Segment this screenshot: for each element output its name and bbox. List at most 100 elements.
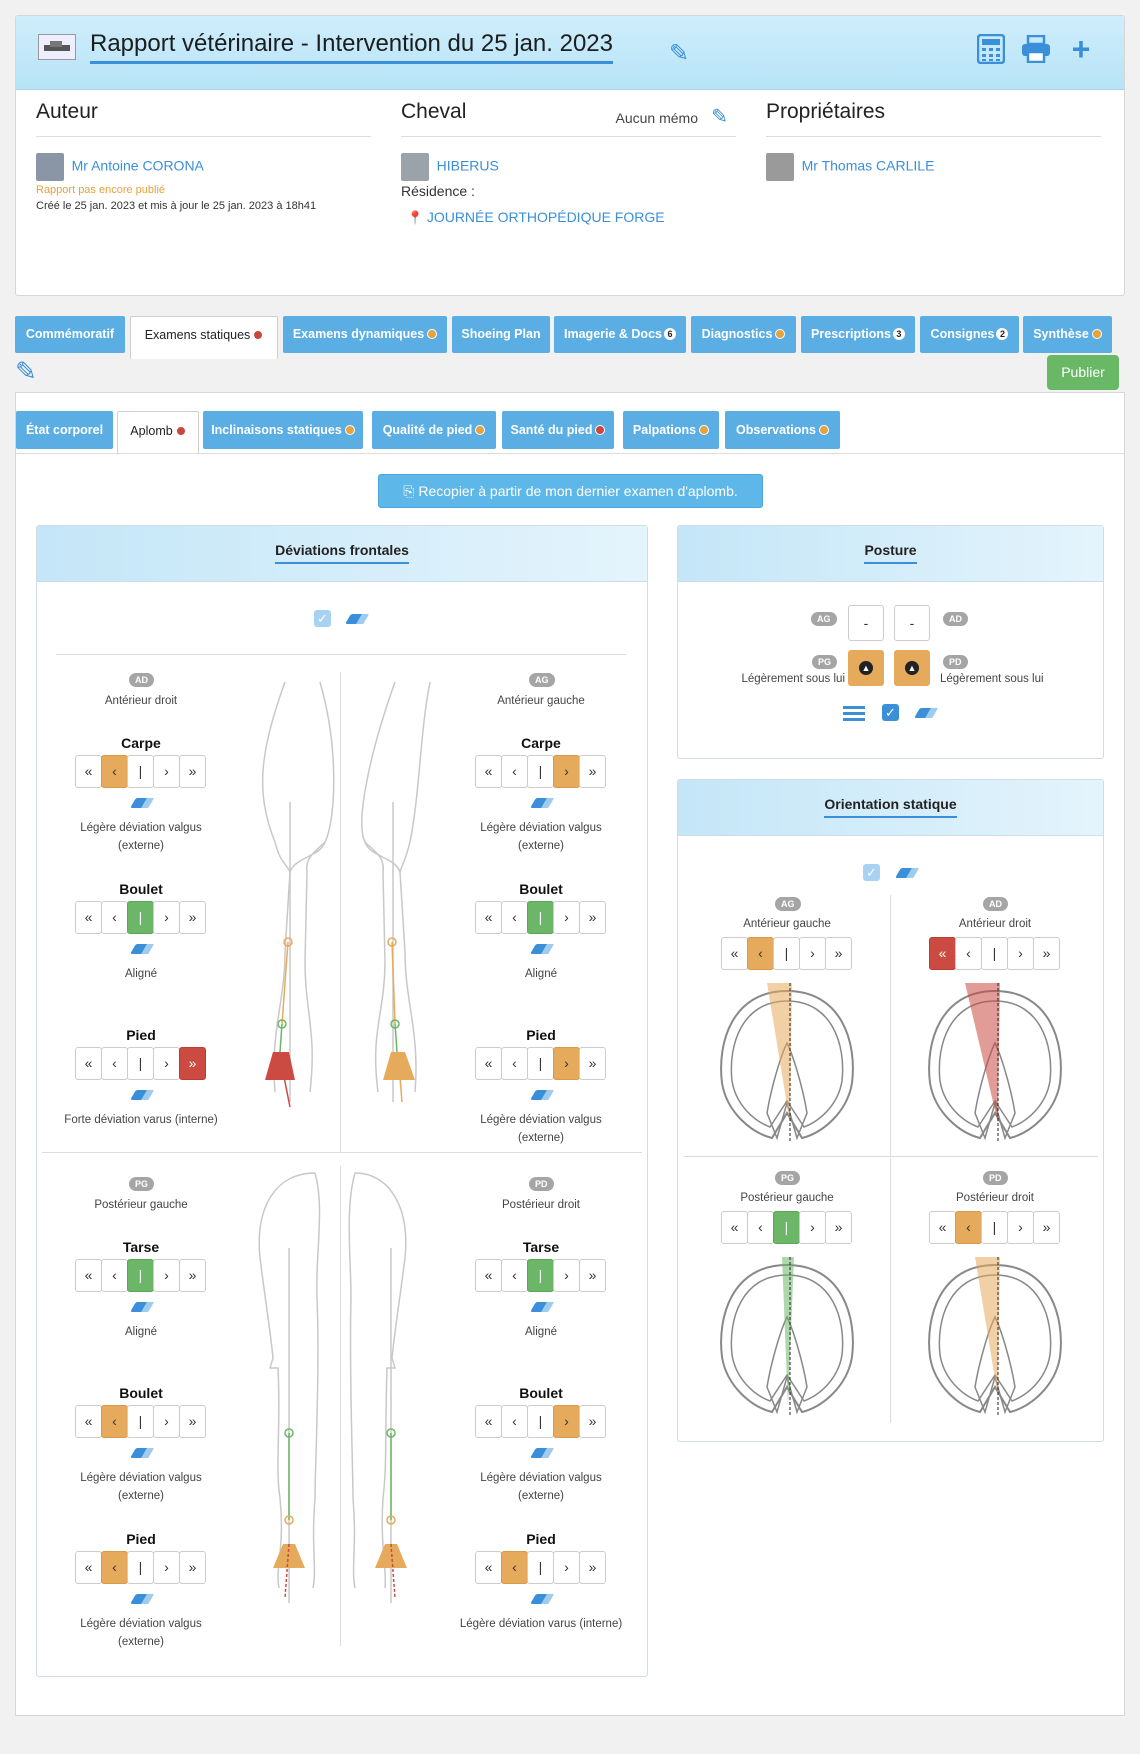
pencil-icon[interactable]: ✎ <box>664 38 694 68</box>
deviation-option-5[interactable]: » <box>579 1047 606 1080</box>
orientation-option-3[interactable]: | <box>773 1211 800 1244</box>
deviation-option-5[interactable]: » <box>579 755 606 788</box>
deviation-option-4[interactable]: › <box>553 1551 580 1584</box>
deviation-option-5[interactable]: » <box>179 1405 206 1438</box>
tab-diagnostics[interactable]: Diagnostics <box>691 316 796 353</box>
deviation-option-3[interactable]: | <box>127 1405 154 1438</box>
deviation-option-2[interactable]: ‹ <box>101 1259 128 1292</box>
deviation-option-2[interactable]: ‹ <box>101 755 128 788</box>
deviation-option-2[interactable]: ‹ <box>101 1551 128 1584</box>
orientation-option-3[interactable]: | <box>981 937 1008 970</box>
checkbox-icon[interactable]: ✓ <box>863 864 880 881</box>
deviation-option-1[interactable]: « <box>75 1551 102 1584</box>
deviation-option-4[interactable]: › <box>153 1047 180 1080</box>
tab-examens-statiques[interactable]: Examens statiques <box>130 316 278 359</box>
orientation-option-4[interactable]: › <box>799 1211 826 1244</box>
deviation-option-2[interactable]: ‹ <box>101 1405 128 1438</box>
orientation-option-3[interactable]: | <box>773 937 800 970</box>
deviation-option-4[interactable]: › <box>153 755 180 788</box>
deviation-option-3[interactable]: | <box>527 1405 554 1438</box>
deviation-option-1[interactable]: « <box>475 1259 502 1292</box>
deviation-option-2[interactable]: ‹ <box>101 901 128 934</box>
deviation-option-5[interactable]: » <box>179 1551 206 1584</box>
orientation-option-1[interactable]: « <box>721 937 748 970</box>
tab-etat-corporel[interactable]: État corporel <box>16 411 113 449</box>
deviation-option-4[interactable]: › <box>553 1259 580 1292</box>
author-link[interactable]: Mr Antoine CORONA <box>72 157 204 173</box>
deviation-option-2[interactable]: ‹ <box>501 755 528 788</box>
tab-examens-dynamiques[interactable]: Examens dynamiques <box>283 316 447 353</box>
orientation-option-2[interactable]: ‹ <box>747 1211 774 1244</box>
memo-edit-icon[interactable]: ✎ <box>711 104 728 129</box>
tab-palpations[interactable]: Palpations <box>623 411 719 449</box>
deviation-option-4[interactable]: › <box>553 1047 580 1080</box>
deviation-option-3[interactable]: | <box>527 901 554 934</box>
deviation-option-2[interactable]: ‹ <box>101 1047 128 1080</box>
posture-ag-input[interactable]: - <box>848 605 884 641</box>
deviation-option-5[interactable]: » <box>579 1405 606 1438</box>
tab-qualite-pied[interactable]: Qualité de pied <box>372 411 496 449</box>
deviation-option-5[interactable]: » <box>179 901 206 934</box>
deviation-option-5[interactable]: » <box>179 1047 206 1080</box>
deviation-option-1[interactable]: « <box>475 1047 502 1080</box>
orientation-option-5[interactable]: » <box>1033 1211 1060 1244</box>
deviation-option-4[interactable]: › <box>153 901 180 934</box>
posture-pd-button[interactable]: ▲ <box>894 650 930 686</box>
deviation-option-2[interactable]: ‹ <box>501 1047 528 1080</box>
deviation-option-4[interactable]: › <box>153 1551 180 1584</box>
tab-observations[interactable]: Observations <box>725 411 840 449</box>
deviation-option-2[interactable]: ‹ <box>501 901 528 934</box>
orientation-option-1[interactable]: « <box>929 937 956 970</box>
deviation-option-1[interactable]: « <box>75 901 102 934</box>
tab-inclinaisons[interactable]: Inclinaisons statiques <box>203 411 363 449</box>
orientation-option-1[interactable]: « <box>721 1211 748 1244</box>
deviation-option-3[interactable]: | <box>127 1047 154 1080</box>
orientation-option-5[interactable]: » <box>1033 937 1060 970</box>
tab-consignes[interactable]: Consignes 2 <box>920 316 1019 353</box>
tab-prescriptions[interactable]: Prescriptions 3 <box>801 316 915 353</box>
deviation-option-1[interactable]: « <box>475 1405 502 1438</box>
deviation-option-5[interactable]: » <box>179 755 206 788</box>
deviation-option-4[interactable]: › <box>553 755 580 788</box>
orientation-option-2[interactable]: ‹ <box>955 1211 982 1244</box>
deviation-option-1[interactable]: « <box>75 755 102 788</box>
deviation-option-3[interactable]: | <box>527 1047 554 1080</box>
orientation-option-3[interactable]: | <box>981 1211 1008 1244</box>
deviation-option-1[interactable]: « <box>75 1259 102 1292</box>
posture-pg-button[interactable]: ▲ <box>848 650 884 686</box>
owner-link[interactable]: Mr Thomas CARLILE <box>802 157 935 173</box>
plus-icon[interactable]: + <box>1066 31 1096 67</box>
publish-button[interactable]: Publier <box>1047 355 1119 390</box>
deviation-option-5[interactable]: » <box>579 1259 606 1292</box>
deviation-option-4[interactable]: › <box>553 1405 580 1438</box>
posture-ad-input[interactable]: - <box>894 605 930 641</box>
orientation-option-5[interactable]: » <box>825 937 852 970</box>
tab-shoeing-plan[interactable]: Shoeing Plan <box>452 316 550 353</box>
deviation-option-1[interactable]: « <box>75 1047 102 1080</box>
deviation-option-3[interactable]: | <box>527 1551 554 1584</box>
horse-link[interactable]: HIBERUS <box>437 157 499 173</box>
tab-commemoratif[interactable]: Commémoratif <box>15 316 125 353</box>
deviation-option-5[interactable]: » <box>579 901 606 934</box>
deviation-option-3[interactable]: | <box>127 901 154 934</box>
deviation-option-2[interactable]: ‹ <box>501 1551 528 1584</box>
deviation-option-3[interactable]: | <box>127 1551 154 1584</box>
residence-link[interactable]: JOURNÉE ORTHOPÉDIQUE FORGE <box>427 209 665 225</box>
orientation-option-4[interactable]: › <box>1007 1211 1034 1244</box>
deviation-option-1[interactable]: « <box>75 1405 102 1438</box>
deviation-option-4[interactable]: › <box>153 1405 180 1438</box>
tab-synthese[interactable]: Synthèse <box>1023 316 1112 353</box>
copy-last-exam-button[interactable]: ⎘ Recopier à partir de mon dernier exame… <box>378 474 763 508</box>
printer-icon[interactable] <box>1021 34 1051 64</box>
orientation-option-1[interactable]: « <box>929 1211 956 1244</box>
list-icon[interactable] <box>843 705 865 721</box>
deviation-option-5[interactable]: » <box>179 1259 206 1292</box>
calculator-icon[interactable] <box>976 34 1006 64</box>
deviation-option-5[interactable]: » <box>579 1551 606 1584</box>
checkbox-icon[interactable]: ✓ <box>314 610 331 627</box>
deviation-option-3[interactable]: | <box>527 755 554 788</box>
deviation-option-4[interactable]: › <box>153 1259 180 1292</box>
deviation-option-2[interactable]: ‹ <box>501 1259 528 1292</box>
edit-pencil-icon[interactable]: ✎ <box>15 356 37 387</box>
orientation-option-5[interactable]: » <box>825 1211 852 1244</box>
